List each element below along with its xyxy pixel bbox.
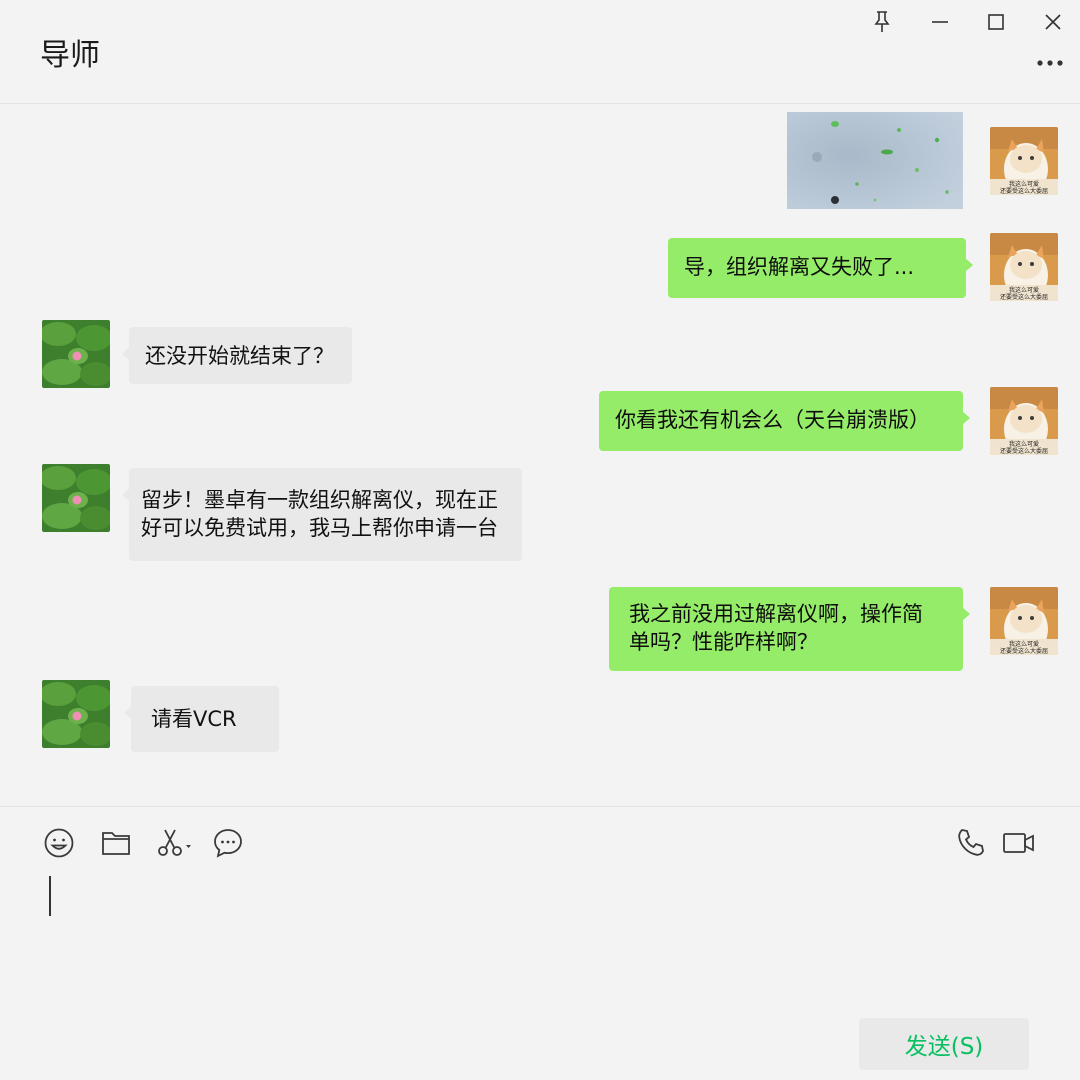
svg-text:我这么可爱: 我这么可爱 xyxy=(1009,440,1039,448)
message-text: 请看VCR xyxy=(151,707,237,731)
folder-icon[interactable] xyxy=(97,824,135,862)
contact-avatar[interactable] xyxy=(42,320,110,388)
phone-icon[interactable] xyxy=(952,824,990,862)
emoji-icon[interactable] xyxy=(40,824,78,862)
self-avatar[interactable]: 我这么可爱 还要受这么大委屈 xyxy=(990,127,1058,195)
message-text-line: 我之前没用过解离仪啊，操作简 xyxy=(629,602,923,626)
svg-text:还要受这么大委屈: 还要受这么大委屈 xyxy=(1000,293,1048,301)
message-text: 还没开始就结束了？ xyxy=(145,344,334,368)
svg-text:我这么可爱: 我这么可爱 xyxy=(1009,180,1039,188)
sent-message-bubble[interactable]: 导，组织解离又失败了... xyxy=(668,238,973,298)
self-avatar[interactable]: 我这么可爱 还要受这么大委屈 xyxy=(990,587,1058,655)
svg-text:我这么可爱: 我这么可爱 xyxy=(1009,286,1039,294)
minimize-icon[interactable] xyxy=(920,4,960,40)
maximize-icon[interactable] xyxy=(976,4,1016,40)
self-avatar[interactable]: 我这么可爱 还要受这么大委屈 xyxy=(990,387,1058,455)
svg-text:还要受这么大委屈: 还要受这么大委屈 xyxy=(1000,187,1048,195)
message-text-line: 好可以免费试用，我马上帮你申请一台 xyxy=(141,516,498,540)
contact-avatar[interactable] xyxy=(42,680,110,748)
message-text-line: 留步！墨卓有一款组织解离仪，现在正 xyxy=(141,488,498,512)
received-message-bubble[interactable]: 留步！墨卓有一款组织解离仪，现在正 好可以免费试用，我马上帮你申请一台 xyxy=(122,468,522,561)
text-caret xyxy=(49,876,51,916)
message-text: 你看我还有机会么（天台崩溃版） xyxy=(615,408,930,432)
message-input[interactable] xyxy=(0,866,1080,1006)
video-icon[interactable] xyxy=(999,824,1039,862)
pin-icon[interactable] xyxy=(862,4,902,40)
svg-text:还要受这么大委屈: 还要受这么大委屈 xyxy=(1000,447,1048,455)
send-button[interactable]: 发送(S) xyxy=(859,1018,1029,1070)
received-message-bubble[interactable]: 请看VCR xyxy=(124,686,279,752)
contact-avatar[interactable] xyxy=(42,464,110,532)
more-icon[interactable] xyxy=(1032,48,1068,78)
message-text-line: 单吗？性能咋样啊？ xyxy=(629,630,818,654)
self-avatar[interactable]: 我这么可爱 还要受这么大委屈 xyxy=(990,233,1058,301)
svg-text:我这么可爱: 我这么可爱 xyxy=(1009,640,1039,648)
message-text: 导，组织解离又失败了... xyxy=(684,255,915,279)
title-bar: 导师 xyxy=(0,0,1080,104)
scissors-icon[interactable] xyxy=(153,824,197,862)
received-message-bubble[interactable]: 还没开始就结束了？ xyxy=(122,327,352,384)
chat-title: 导师 xyxy=(40,38,100,73)
close-icon[interactable] xyxy=(1033,4,1073,40)
input-divider xyxy=(0,806,1080,807)
sent-message-bubble[interactable]: 我之前没用过解离仪啊，操作简 单吗？性能咋样啊？ xyxy=(609,587,970,671)
sent-image-message[interactable] xyxy=(787,112,963,209)
chat-bubble-icon[interactable] xyxy=(209,824,247,862)
sent-message-bubble[interactable]: 你看我还有机会么（天台崩溃版） xyxy=(599,391,970,451)
message-list[interactable]: 我这么可爱 还要受这么大委屈 导，组织解离又失败了... 我这么可爱 还要受这么… xyxy=(0,105,1080,807)
svg-text:还要受这么大委屈: 还要受这么大委屈 xyxy=(1000,647,1048,655)
